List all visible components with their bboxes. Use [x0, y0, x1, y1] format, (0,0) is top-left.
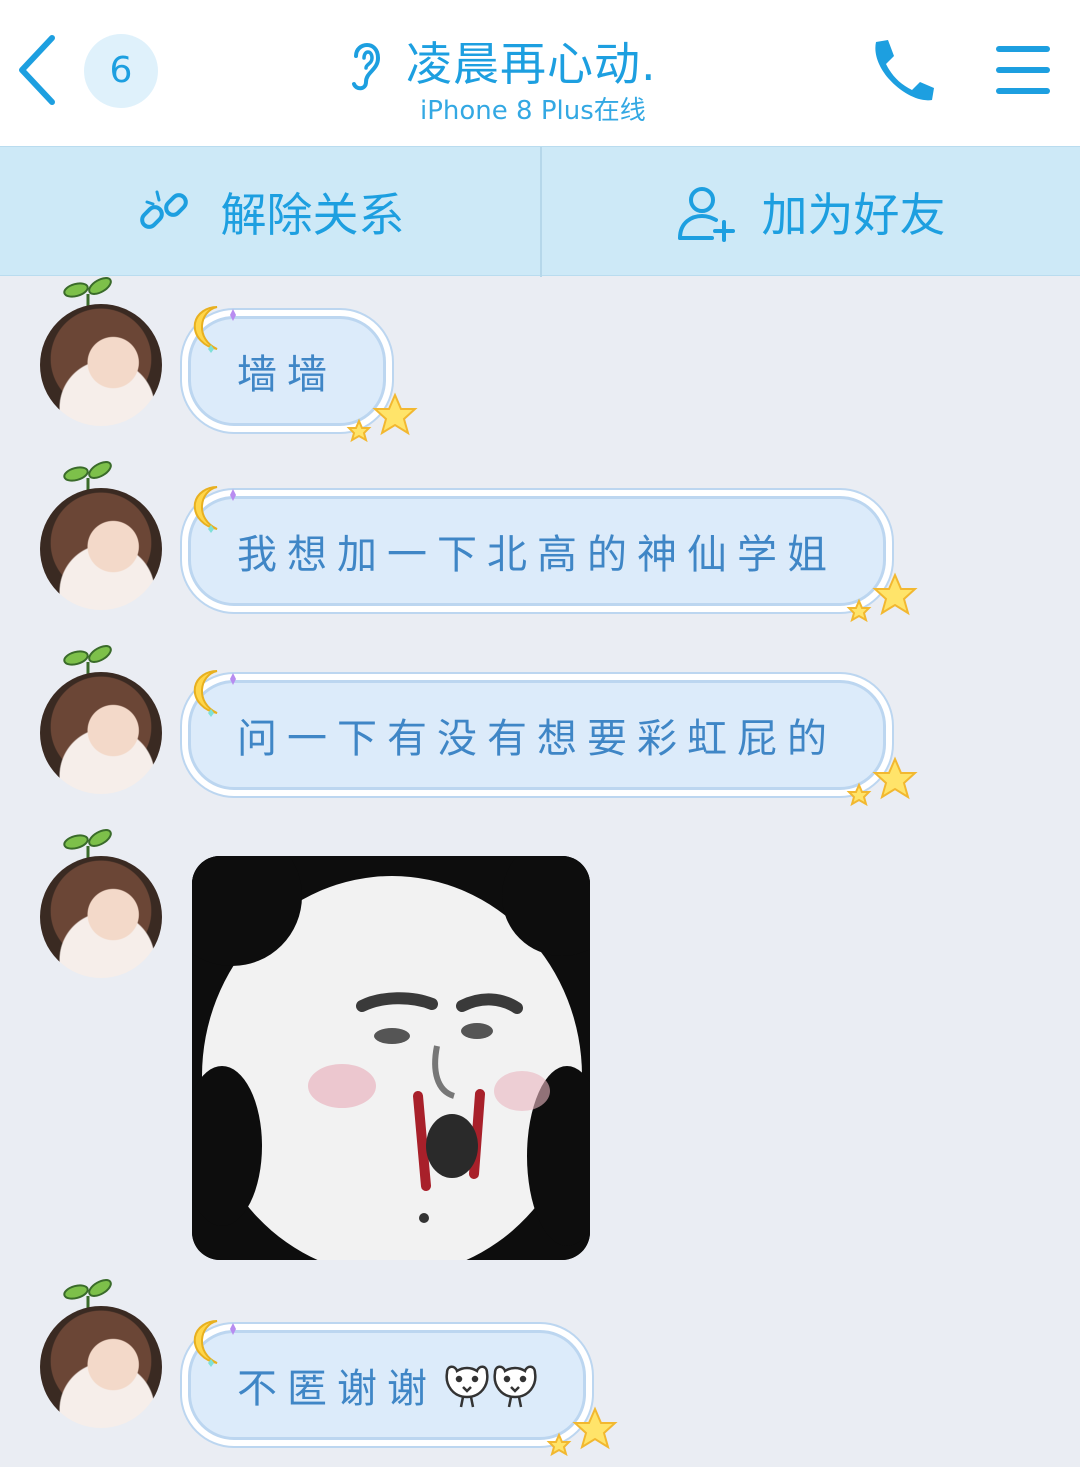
title-block[interactable]: 凌晨再心动. iPhone 8 Plus在线 [340, 22, 740, 132]
message-row: 不匿谢谢 [0, 1278, 1080, 1457]
menu-button[interactable] [994, 40, 1052, 100]
unread-count-badge[interactable]: 6 [84, 34, 158, 108]
message-row: 我想加一下北高的神仙学姐 [0, 460, 1080, 623]
sender-avatar[interactable] [40, 644, 164, 794]
unlink-label: 解除关系 [220, 188, 405, 242]
avatar[interactable] [40, 304, 162, 426]
moon-icon [193, 670, 236, 717]
message-text: 问一下有没有想要彩虹屁的 [237, 716, 837, 762]
moon-icon [193, 1320, 236, 1367]
menu-icon [996, 46, 1050, 94]
message-text: 我想加一下北高的神仙学姐 [237, 532, 837, 578]
message-bubble[interactable]: 我想加一下北高的神仙学姐 [188, 486, 918, 623]
add-friend-button[interactable]: 加为好友 [540, 147, 1079, 277]
sender-avatar[interactable] [40, 460, 164, 610]
message-text: 墙墙 [237, 352, 337, 398]
phone-icon [875, 40, 934, 101]
avatar[interactable] [40, 488, 162, 610]
online-status: iPhone 8 Plus在线 [420, 96, 646, 126]
avatar[interactable] [40, 856, 162, 978]
unlink-relationship-button[interactable]: 解除关系 [0, 147, 539, 277]
back-button[interactable] [14, 32, 64, 108]
message-text: 不匿谢谢 [237, 1366, 437, 1412]
unlink-icon [139, 190, 188, 229]
chat-header: 6 凌晨再心动. iPhone 8 Plus在线 [0, 0, 1080, 146]
add-friend-label: 加为好友 [761, 188, 946, 242]
panda-meme-image [192, 856, 590, 1260]
stars-icon [846, 756, 918, 807]
avatar[interactable] [40, 1306, 162, 1428]
message-row [0, 828, 1080, 1264]
sender-avatar[interactable] [40, 276, 164, 426]
panda-meme-sticker[interactable] [192, 856, 590, 1260]
message-bubble[interactable]: 墙墙 [188, 306, 418, 443]
message-bubble[interactable]: 不匿谢谢 [188, 1320, 618, 1457]
relationship-action-bar: 解除关系 加为好友 [0, 146, 1080, 277]
message-row: 墙墙 [0, 276, 1080, 443]
moon-icon [193, 306, 236, 353]
avatar[interactable] [40, 672, 162, 794]
bear-emoji-icon [445, 1365, 537, 1408]
add-user-icon [677, 187, 735, 242]
ear-icon[interactable] [344, 34, 384, 94]
sender-avatar[interactable] [40, 828, 164, 978]
chevron-left-icon [19, 35, 55, 105]
call-button[interactable] [862, 36, 936, 106]
sender-avatar[interactable] [40, 1278, 164, 1428]
moon-icon [193, 486, 236, 533]
stars-icon [546, 1406, 618, 1457]
contact-name: 凌晨再心动. [406, 37, 657, 91]
message-bubble[interactable]: 问一下有没有想要彩虹屁的 [188, 670, 918, 807]
stars-icon [846, 572, 918, 623]
message-row: 问一下有没有想要彩虹屁的 [0, 644, 1080, 807]
stars-icon [346, 392, 418, 443]
